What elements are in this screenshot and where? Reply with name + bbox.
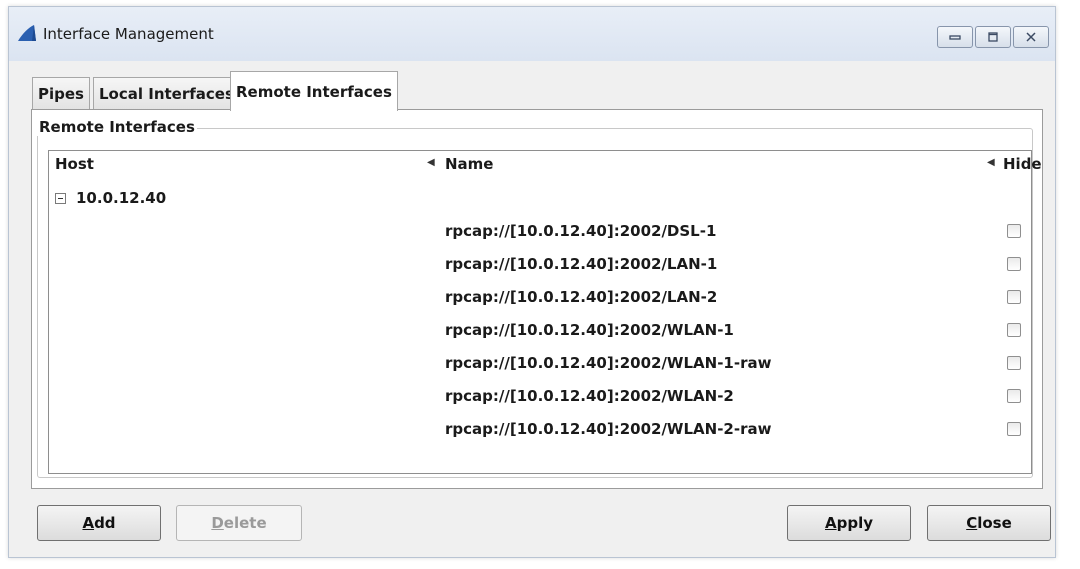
hide-checkbox[interactable] [1007, 290, 1021, 304]
close-mnemonic: C [966, 514, 978, 532]
hide-checkbox[interactable] [1007, 323, 1021, 337]
add-button[interactable]: Add [37, 505, 161, 541]
interface-name: rpcap://[10.0.12.40]:2002/DSL-1 [445, 222, 717, 240]
apply-label: pply [836, 514, 873, 532]
maximize-icon [987, 32, 999, 42]
table-row[interactable]: rpcap://[10.0.12.40]:2002/WLAN-1 [49, 316, 1031, 346]
window-title: Interface Management [43, 25, 214, 43]
table-row[interactable]: rpcap://[10.0.12.40]:2002/WLAN-1-raw [49, 349, 1031, 379]
interface-name: rpcap://[10.0.12.40]:2002/WLAN-1 [445, 321, 734, 339]
column-header-name[interactable]: Name [445, 155, 493, 173]
tab-pipes[interactable]: Pipes [32, 77, 90, 111]
delete-mnemonic: D [211, 514, 224, 532]
table-row[interactable]: rpcap://[10.0.12.40]:2002/WLAN-2 [49, 382, 1031, 412]
hide-checkbox[interactable] [1007, 257, 1021, 271]
apply-mnemonic: A [824, 514, 837, 532]
tab-remote-interfaces[interactable]: Remote Interfaces [230, 71, 398, 111]
collapse-icon[interactable] [55, 192, 66, 204]
remote-interfaces-panel: Remote Interfaces Host ◀ Name ◀ Hide 10.… [31, 109, 1043, 489]
minimize-button[interactable] [937, 26, 973, 48]
hide-checkbox[interactable] [1007, 224, 1021, 238]
interfaces-table: Host ◀ Name ◀ Hide 10.0.12.40 rpcap://[1… [48, 150, 1042, 474]
host-row[interactable]: 10.0.12.40 [55, 187, 166, 209]
table-header: Host ◀ Name ◀ Hide [49, 151, 1042, 175]
table-row[interactable]: rpcap://[10.0.12.40]:2002/LAN-1 [49, 250, 1031, 280]
minimize-icon [949, 33, 961, 41]
title-bar[interactable]: Interface Management [9, 7, 1055, 61]
hide-checkbox[interactable] [1007, 356, 1021, 370]
close-button[interactable]: Close [927, 505, 1051, 541]
interface-name: rpcap://[10.0.12.40]:2002/WLAN-2 [445, 387, 734, 405]
close-icon [1025, 32, 1037, 42]
interface-management-window: Interface Management Pipes Local Interfa… [8, 6, 1056, 558]
delete-label: elete [223, 514, 267, 532]
column-header-hide[interactable]: Hide [1003, 155, 1042, 173]
host-address: 10.0.12.40 [76, 189, 167, 207]
hide-checkbox[interactable] [1007, 422, 1021, 436]
table-row[interactable]: rpcap://[10.0.12.40]:2002/WLAN-2-raw [49, 415, 1031, 445]
interface-name: rpcap://[10.0.12.40]:2002/LAN-2 [445, 288, 718, 306]
table-row[interactable]: rpcap://[10.0.12.40]:2002/LAN-2 [49, 283, 1031, 313]
interface-name: rpcap://[10.0.12.40]:2002/WLAN-2-raw [445, 420, 772, 438]
tab-local-interfaces[interactable]: Local Interfaces [93, 77, 240, 111]
interface-name: rpcap://[10.0.12.40]:2002/LAN-1 [445, 255, 718, 273]
column-sort-icon[interactable]: ◀ [987, 157, 995, 168]
interface-name: rpcap://[10.0.12.40]:2002/WLAN-1-raw [445, 354, 772, 372]
column-sort-icon[interactable]: ◀ [427, 157, 435, 168]
maximize-button[interactable] [975, 26, 1011, 48]
delete-button[interactable]: Delete [176, 505, 302, 541]
close-label: lose [977, 514, 1012, 532]
apply-button[interactable]: Apply [787, 505, 911, 541]
table-row[interactable]: rpcap://[10.0.12.40]:2002/DSL-1 [49, 217, 1031, 247]
shark-fin-icon [17, 24, 37, 42]
hide-checkbox[interactable] [1007, 389, 1021, 403]
add-mnemonic: A [82, 514, 95, 532]
group-title: Remote Interfaces [37, 118, 197, 136]
add-label: dd [94, 514, 116, 532]
close-window-button[interactable] [1013, 26, 1049, 48]
column-header-host[interactable]: Host [55, 155, 94, 173]
